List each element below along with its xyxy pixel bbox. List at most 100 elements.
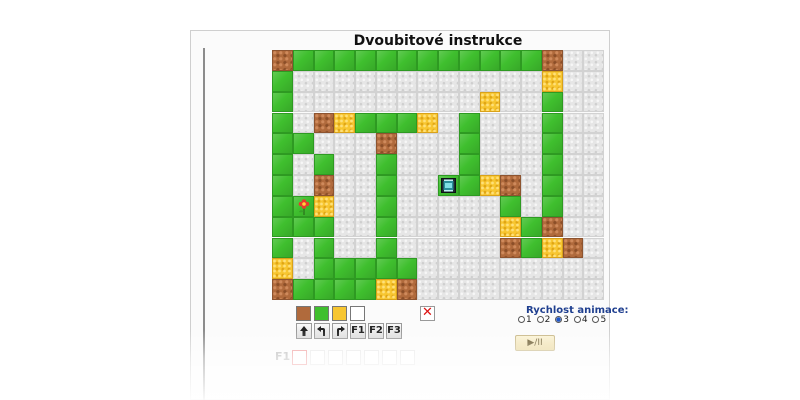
board-cell [375, 195, 397, 217]
board-cell [396, 175, 418, 196]
board-cell [292, 70, 314, 92]
board-cell [583, 279, 604, 300]
board-cell [375, 112, 397, 134]
program-slot[interactable] [292, 350, 307, 365]
board-cell [438, 195, 459, 217]
program-f1-label: F1 [275, 350, 291, 363]
board-cell [500, 195, 521, 217]
program-slot[interactable] [310, 350, 325, 365]
board-cell [541, 50, 563, 71]
color-swatch-white[interactable] [350, 306, 365, 321]
board-cell [313, 133, 335, 155]
board-cell [562, 133, 584, 155]
board-cell [355, 237, 376, 259]
board-cell [458, 91, 480, 113]
board-cell [541, 175, 563, 196]
board-cell [396, 50, 418, 71]
board-cell [562, 154, 584, 175]
board-cell [334, 91, 355, 113]
board-cell [583, 195, 604, 217]
board-cell [562, 70, 584, 92]
board-cell [396, 237, 418, 259]
board-cell [272, 133, 293, 155]
speed-option-5[interactable]: 5 [592, 315, 606, 325]
forward-arrow-icon[interactable] [296, 323, 312, 339]
board-cell [313, 50, 335, 71]
board-cell [272, 154, 293, 175]
command-f2[interactable]: F2 [368, 323, 384, 339]
flower-icon [298, 199, 310, 215]
board-cell [438, 133, 459, 155]
board-cell [334, 279, 355, 300]
board-cell [375, 91, 397, 113]
board-cell [438, 237, 459, 259]
board-cell [438, 50, 459, 71]
board-cell [521, 216, 542, 238]
board-cell [521, 91, 542, 113]
board-cell [500, 133, 521, 155]
board-cell [313, 216, 335, 238]
board-cell [583, 133, 604, 155]
board-cell [355, 279, 376, 300]
board-cell [417, 279, 438, 300]
board-cell [562, 91, 584, 113]
board-cell [562, 279, 584, 300]
play-pause-button[interactable]: ▶/II [515, 335, 555, 351]
board-cell [562, 195, 584, 217]
board-cell [458, 70, 480, 92]
program-slot[interactable] [328, 350, 343, 365]
color-swatch-brown[interactable] [296, 306, 311, 321]
board-cell [458, 279, 480, 300]
board-cell [292, 133, 314, 155]
speed-options: 1 2 3 4 5 [518, 315, 608, 325]
board-cell [562, 216, 584, 238]
speed-option-2[interactable]: 2 [536, 315, 550, 325]
program-slot[interactable] [364, 350, 379, 365]
board-cell [541, 279, 563, 300]
board-cell [272, 237, 293, 259]
board-cell [272, 216, 293, 238]
program-slot[interactable] [382, 350, 397, 365]
board-cell [375, 133, 397, 155]
board-cell [521, 154, 542, 175]
board-cell [313, 112, 335, 134]
board-cell [479, 237, 501, 259]
board-cell [562, 50, 584, 71]
board-cell [375, 50, 397, 71]
board-cell [334, 70, 355, 92]
clear-icon[interactable]: ✕ [420, 306, 435, 321]
board-cell [272, 50, 293, 71]
board-cell [541, 216, 563, 238]
game-board[interactable] [272, 50, 604, 300]
color-swatch-yellow[interactable] [332, 306, 347, 321]
board-cell [458, 154, 480, 175]
board-cell [417, 112, 438, 134]
board-cell [334, 112, 355, 134]
program-slot[interactable] [400, 350, 415, 365]
board-cell [562, 112, 584, 134]
speed-option-3[interactable]: 3 [555, 315, 569, 325]
board-cell [562, 175, 584, 196]
board-cell [272, 258, 293, 280]
board-cell [479, 216, 501, 238]
board-cell [479, 195, 501, 217]
board-cell [583, 70, 604, 92]
color-swatch-green[interactable] [314, 306, 329, 321]
board-cell [417, 237, 438, 259]
program-slot[interactable] [346, 350, 361, 365]
board-cell [292, 154, 314, 175]
command-f1[interactable]: F1 [350, 323, 366, 339]
speed-option-4[interactable]: 4 [573, 315, 588, 325]
board-cell [541, 133, 563, 155]
turn-right-icon[interactable] [332, 323, 348, 339]
board-cell [521, 258, 542, 280]
speed-option-1[interactable]: 1 [518, 315, 532, 325]
puzzle-title: Dvoubitové instrukce [353, 33, 523, 49]
board-cell [479, 175, 501, 196]
board-cell [458, 237, 480, 259]
board-cell [583, 91, 604, 113]
board-cell [396, 279, 418, 300]
command-f3[interactable]: F3 [386, 323, 402, 339]
board-cell [334, 154, 355, 175]
turn-left-icon[interactable] [314, 323, 330, 339]
